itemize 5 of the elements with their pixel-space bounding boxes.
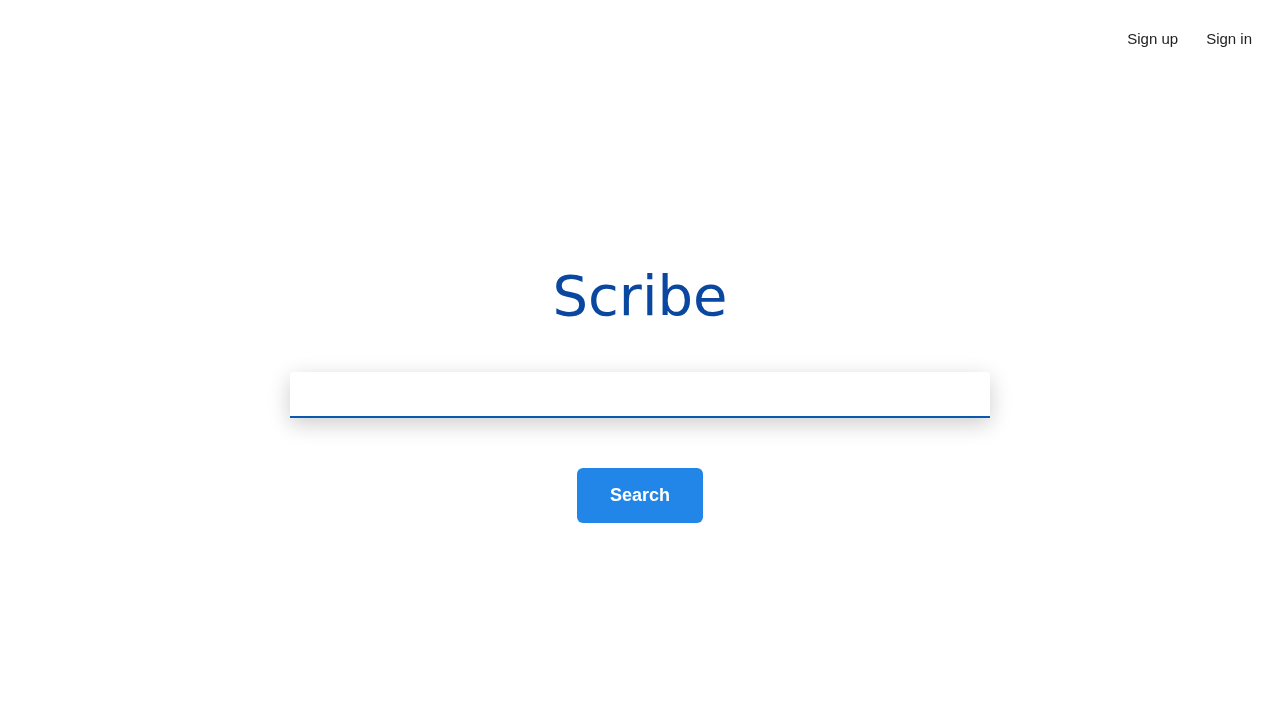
logo: Scribe	[552, 264, 728, 328]
header-link[interactable]: Sign up	[1127, 29, 1179, 49]
search-field[interactable]	[290, 372, 990, 418]
header-link[interactable]: Sign in	[1206, 29, 1252, 49]
search-button[interactable]: Search	[577, 468, 703, 523]
